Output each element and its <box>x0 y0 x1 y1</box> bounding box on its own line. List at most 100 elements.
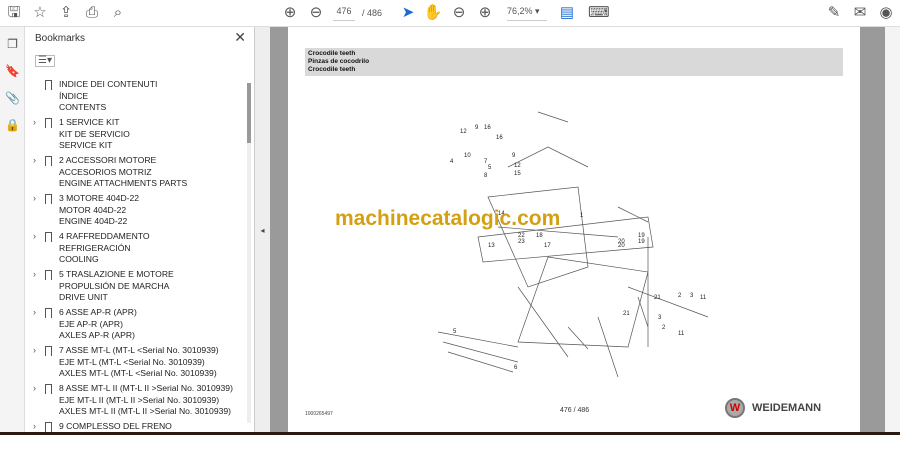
bookmark-item[interactable]: › 5 TRASLAZIONE E MOTORE PROPULSIÓN DE MAR… <box>25 269 247 304</box>
bookmark-list: INDICE DEI CONTENUTI ÍNDICE CONTENTS › 1 SER… <box>25 79 247 459</box>
fill-sign-icon[interactable]: ✎ <box>824 4 844 22</box>
hand-tool-icon[interactable]: ✋ <box>423 4 443 22</box>
part-callout: 15 <box>514 171 521 177</box>
scroll-thumb[interactable] <box>247 83 251 143</box>
bookmark-icon <box>45 422 52 432</box>
left-tool-rail: ❐ 🔖 📎 🔒 <box>0 27 25 435</box>
bookmark-label: INDICE DEI CONTENUTI <box>59 79 158 89</box>
attachments-icon[interactable]: 📎 <box>5 91 20 106</box>
expand-chevron-icon[interactable]: › <box>33 269 36 281</box>
close-icon[interactable]: ✕ <box>234 29 246 46</box>
mail-icon[interactable]: ✉ <box>850 4 870 22</box>
part-callout: 4 <box>450 159 454 165</box>
header-line: Pinzas de cocodrilo <box>308 58 370 65</box>
bookmark-label: 7 ASSE MT-L (MT-L <Serial No. 3010939) <box>59 345 219 355</box>
search-icon[interactable]: ⌕ <box>108 4 128 22</box>
bookmarks-panel: Bookmarks ✕ ☰▾ INDICE DEI CONTENUTI ÍNDIC… <box>25 27 255 435</box>
expand-chevron-icon[interactable]: › <box>33 155 36 167</box>
bookmark-item[interactable]: › 7 ASSE MT-L (MT-L <Serial No. 3010939) E… <box>25 345 247 380</box>
expand-chevron-icon[interactable]: › <box>33 345 36 357</box>
zoom-select[interactable]: 76,2% ▾ <box>507 6 547 21</box>
part-callout: 16 <box>484 125 491 131</box>
previous-page-icon[interactable]: ⊕ <box>280 4 300 22</box>
bookmark-label: DRIVE UNIT <box>59 292 108 302</box>
part-callout: 8 <box>484 173 488 179</box>
expand-chevron-icon[interactable]: › <box>33 307 36 319</box>
cloud-upload-icon[interactable]: ⇪ <box>56 4 76 22</box>
bookmark-label: EJE MT-L II (MT-L II >Serial No. 3010939… <box>59 394 220 405</box>
part-callout: 3 <box>690 293 694 299</box>
bookmark-label: 3 MOTORE 404D-22 <box>59 193 140 203</box>
zoom-out-icon[interactable]: ⊖ <box>449 4 469 22</box>
bookmark-item[interactable]: › 8 ASSE MT-L II (MT-L II >Serial No. 301… <box>25 383 247 418</box>
expand-chevron-icon[interactable]: › <box>33 421 36 433</box>
part-callout: 10 <box>464 153 471 159</box>
account-icon[interactable]: ◉ <box>876 4 896 22</box>
bookmarks-icon[interactable]: 🔖 <box>5 64 20 79</box>
bookmark-options-button[interactable]: ☰▾ <box>35 55 55 67</box>
bookmark-label: 8 ASSE MT-L II (MT-L II >Serial No. 3010… <box>59 383 233 393</box>
bookmark-item[interactable]: › 1 SERVICE KIT KIT DE SERVICIO SERVICE KIT <box>25 117 247 152</box>
bookmark-label: COOLING <box>59 254 99 264</box>
bookmark-star-icon[interactable]: ☆ <box>30 4 50 22</box>
expand-chevron-icon[interactable]: › <box>33 117 36 129</box>
zoom-value: 76,2% <box>507 6 533 16</box>
bookmark-item[interactable]: › 6 ASSE AP-R (APR) EJE AP-R (APR) AXLES AP… <box>25 307 247 342</box>
part-callout: 9 <box>475 125 479 131</box>
weidemann-logo: W <box>725 398 745 418</box>
part-callout: 2 <box>678 293 682 299</box>
bookmark-item[interactable]: › 3 MOTORE 404D-22 MOTOR 404D-22 ENGINE 404… <box>25 193 247 228</box>
zoom-in-icon[interactable]: ⊕ <box>475 4 495 22</box>
page-thumbnails-icon[interactable]: ❐ <box>5 37 20 52</box>
bookmark-icon <box>45 308 52 318</box>
bookmark-label: 9 COMPLESSO DEL FRENO <box>59 421 172 431</box>
expand-chevron-icon[interactable]: › <box>33 231 36 243</box>
bookmark-item[interactable]: › 2 ACCESSORI MOTORE ACCESORIOS MOTRIZ ENGI… <box>25 155 247 190</box>
right-panel-strip <box>885 27 900 432</box>
bookmark-icon <box>45 156 52 166</box>
bookmark-label: 6 ASSE AP-R (APR) <box>59 307 137 317</box>
header-line: Crocodile teeth <box>308 50 356 57</box>
part-callout: 17 <box>544 243 551 249</box>
bookmark-icon <box>45 384 52 394</box>
bookmark-label: SERVICE KIT <box>59 140 113 150</box>
part-callout: 21 <box>623 311 630 317</box>
toolbar: 🖫 ☆ ⇪ ⎙ ⌕ ⊕ ⊖ 476 / 486 ➤ ✋ ⊖ ⊕ 76,2% ▾ … <box>0 0 900 27</box>
bookmark-label: AXLES MT-L (MT-L <Serial No. 3010939) <box>59 368 217 378</box>
select-cursor-icon[interactable]: ➤ <box>398 4 418 22</box>
bookmark-label: 4 RAFFREDDAMENTO <box>59 231 150 241</box>
watermark-text: machinecatalogic.com <box>335 207 561 230</box>
scrollbar[interactable] <box>247 83 251 423</box>
bookmark-icon <box>45 80 52 90</box>
scroll-mode-icon[interactable]: ⌨ <box>588 4 610 22</box>
part-callout: 1 <box>580 213 584 219</box>
bookmark-label: KIT DE SERVICIO <box>59 128 130 139</box>
part-callout: 19 <box>638 239 645 245</box>
expand-chevron-icon[interactable]: › <box>33 383 36 395</box>
bookmark-item[interactable]: INDICE DEI CONTENUTI ÍNDICE CONTENTS <box>25 79 247 114</box>
print-icon[interactable]: ⎙ <box>82 4 102 22</box>
part-callout: 11 <box>700 295 707 301</box>
part-callout: 9 <box>512 153 516 159</box>
bookmark-item[interactable]: › 4 RAFFREDDAMENTO REFRIGERACIÓN COOLING <box>25 231 247 266</box>
bookmark-label: 5 TRASLAZIONE E MOTORE <box>59 269 174 279</box>
fit-page-icon[interactable]: ▤ <box>557 4 577 22</box>
bookmark-item[interactable]: › 9 COMPLESSO DEL FRENO <box>25 421 247 456</box>
bookmark-icon <box>45 346 52 356</box>
bookmark-label: EJE AP-R (APR) <box>59 318 123 329</box>
part-callout: 11 <box>678 331 685 337</box>
save-icon[interactable]: 🖫 <box>4 4 24 22</box>
next-page-icon[interactable]: ⊖ <box>306 4 326 22</box>
page-number-input[interactable]: 476 <box>333 6 355 21</box>
security-icon[interactable]: 🔒 <box>5 118 20 133</box>
part-callout: 3 <box>658 315 662 321</box>
part-callout: 16 <box>496 135 503 141</box>
expand-chevron-icon[interactable]: › <box>33 193 36 205</box>
bookmark-label: CONTENTS <box>59 102 107 112</box>
part-callout: 5 <box>453 329 457 335</box>
brand-name: WEIDEMANN <box>752 402 822 414</box>
pdf-page: Crocodile teeth Pinzas de cocodrilo Croc… <box>288 27 860 432</box>
bookmark-icon <box>45 270 52 280</box>
bookmark-label: AXLES MT-L II (MT-L II >Serial No. 30109… <box>59 406 232 416</box>
collapse-panel-handle[interactable]: ◂ <box>255 27 270 435</box>
